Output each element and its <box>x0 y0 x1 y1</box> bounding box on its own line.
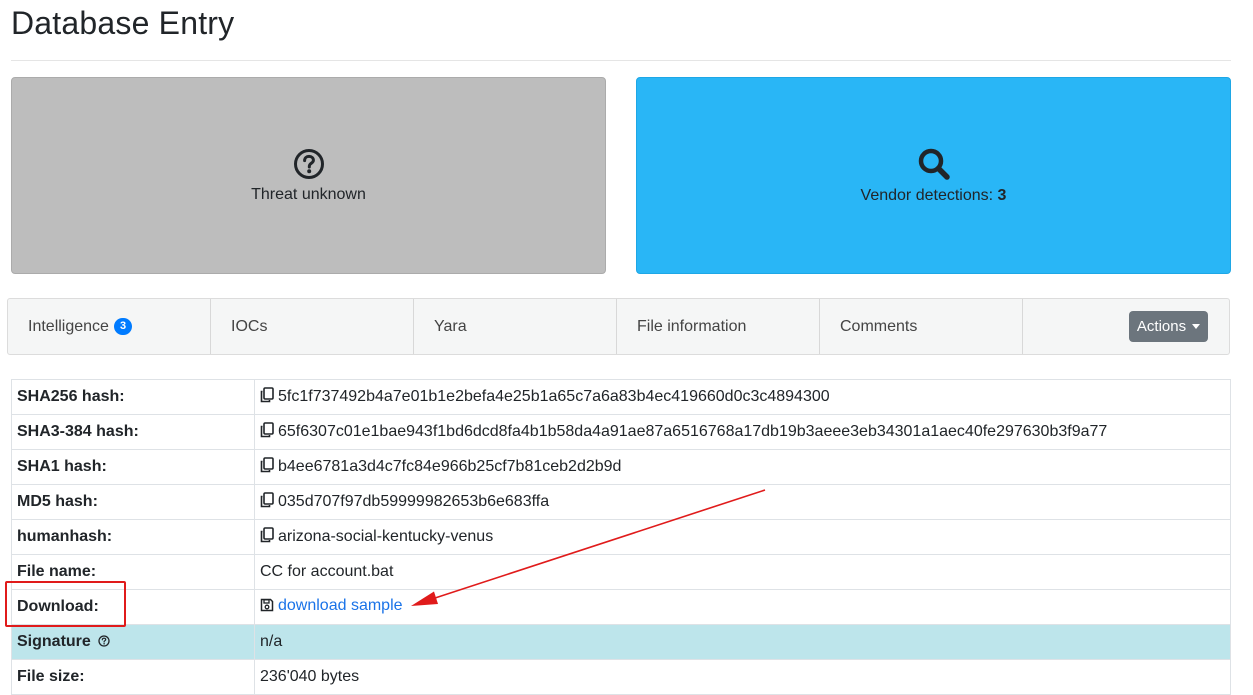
md5-cell: 035d707f97db59999982653b6e683ffa <box>254 484 1231 520</box>
signature-key-cell: Signature <box>11 624 255 660</box>
signature-key: Signature <box>17 632 91 650</box>
table-row-md5: MD5 hash: 035d707f97db59999982653b6e683f… <box>11 484 1231 520</box>
intelligence-count-badge: 3 <box>113 318 133 335</box>
sha256-key: SHA256 hash: <box>11 379 255 415</box>
tab-intelligence[interactable]: Intelligence 3 <box>8 299 211 354</box>
sha1-key: SHA1 hash: <box>11 449 255 485</box>
question-circle-icon <box>293 148 325 180</box>
vendor-detections-label: Vendor detections: 3 <box>861 187 1007 205</box>
download-key: Download: <box>11 589 255 625</box>
file-details-table: SHA256 hash: 5fc1f737492b4a7e01b1e2befa4… <box>11 379 1231 695</box>
humanhash-key: humanhash: <box>11 519 255 555</box>
sha256-value: 5fc1f737492b4a7e01b1e2befa4e25b1a65c7a6a… <box>278 387 830 405</box>
tab-comments-label: Comments <box>840 317 918 335</box>
download-cell: download sample <box>254 589 1231 625</box>
table-row-file-name: File name: CC for account.bat <box>11 554 1231 590</box>
vendor-detections-text: Vendor detections: <box>860 186 998 204</box>
sha1-cell: b4ee6781a3d4c7fc84e966b25cf7b81ceb2d2b9d <box>254 449 1231 485</box>
file-name-key: File name: <box>11 554 255 590</box>
humanhash-value: arizona-social-kentucky-venus <box>278 527 494 545</box>
tab-bar: Intelligence 3 IOCs Yara File informatio… <box>7 298 1230 355</box>
sha3-384-value: 65f6307c01e1bae943f1bd6dcd8fa4b1b58da4a9… <box>278 422 1108 440</box>
md5-value: 035d707f97db59999982653b6e683ffa <box>278 492 550 510</box>
search-icon <box>917 147 951 181</box>
page-title: Database Entry <box>11 5 235 41</box>
vendor-detections-count: 3 <box>997 186 1007 204</box>
md5-key: MD5 hash: <box>11 484 255 520</box>
copy-icon[interactable] <box>260 491 274 513</box>
tab-file-information-label: File information <box>637 317 747 335</box>
file-name-value: CC for account.bat <box>254 554 1231 590</box>
sha3-384-cell: 65f6307c01e1bae943f1bd6dcd8fa4b1b58da4a9… <box>254 414 1231 450</box>
threat-status-card: Threat unknown <box>11 77 606 274</box>
download-sample-link[interactable]: download sample <box>278 597 403 614</box>
copy-icon[interactable] <box>260 456 274 478</box>
tab-intelligence-label: Intelligence <box>28 317 109 335</box>
tab-iocs[interactable]: IOCs <box>211 299 414 354</box>
file-size-value: 236'040 bytes <box>254 659 1231 695</box>
humanhash-cell: arizona-social-kentucky-venus <box>254 519 1231 555</box>
copy-icon[interactable] <box>260 526 274 548</box>
actions-container: Actions <box>1023 299 1229 354</box>
signature-value: n/a <box>254 624 1231 660</box>
floppy-disk-icon <box>260 598 274 617</box>
caret-down-icon <box>1192 324 1201 329</box>
table-row-download: Download: download sample <box>11 589 1231 625</box>
title-divider <box>11 60 1231 61</box>
sha1-value: b4ee6781a3d4c7fc84e966b25cf7b81ceb2d2b9d <box>278 457 622 475</box>
file-size-key: File size: <box>11 659 255 695</box>
sha256-cell: 5fc1f737492b4a7e01b1e2befa4e25b1a65c7a6a… <box>254 379 1231 415</box>
tab-yara[interactable]: Yara <box>414 299 617 354</box>
tab-iocs-label: IOCs <box>231 317 268 335</box>
table-row-sha3-384: SHA3-384 hash: 65f6307c01e1bae943f1bd6dc… <box>11 414 1231 450</box>
question-circle-icon[interactable] <box>98 634 110 652</box>
actions-button-label: Actions <box>1136 318 1187 335</box>
vendor-detections-card[interactable]: Vendor detections: 3 <box>636 77 1231 274</box>
table-row-signature: Signature n/a <box>11 624 1231 660</box>
tab-comments[interactable]: Comments <box>820 299 1023 354</box>
actions-dropdown-button[interactable]: Actions <box>1129 311 1208 342</box>
copy-icon[interactable] <box>260 421 274 443</box>
threat-status-label: Threat unknown <box>251 185 366 203</box>
tab-yara-label: Yara <box>434 317 467 335</box>
table-row-sha1: SHA1 hash: b4ee6781a3d4c7fc84e966b25cf7b… <box>11 449 1231 485</box>
table-row-file-size: File size: 236'040 bytes <box>11 659 1231 695</box>
tab-file-information[interactable]: File information <box>617 299 820 354</box>
table-row-humanhash: humanhash: arizona-social-kentucky-venus <box>11 519 1231 555</box>
sha3-384-key: SHA3-384 hash: <box>11 414 255 450</box>
copy-icon[interactable] <box>260 386 274 408</box>
table-row-sha256: SHA256 hash: 5fc1f737492b4a7e01b1e2befa4… <box>11 379 1231 415</box>
